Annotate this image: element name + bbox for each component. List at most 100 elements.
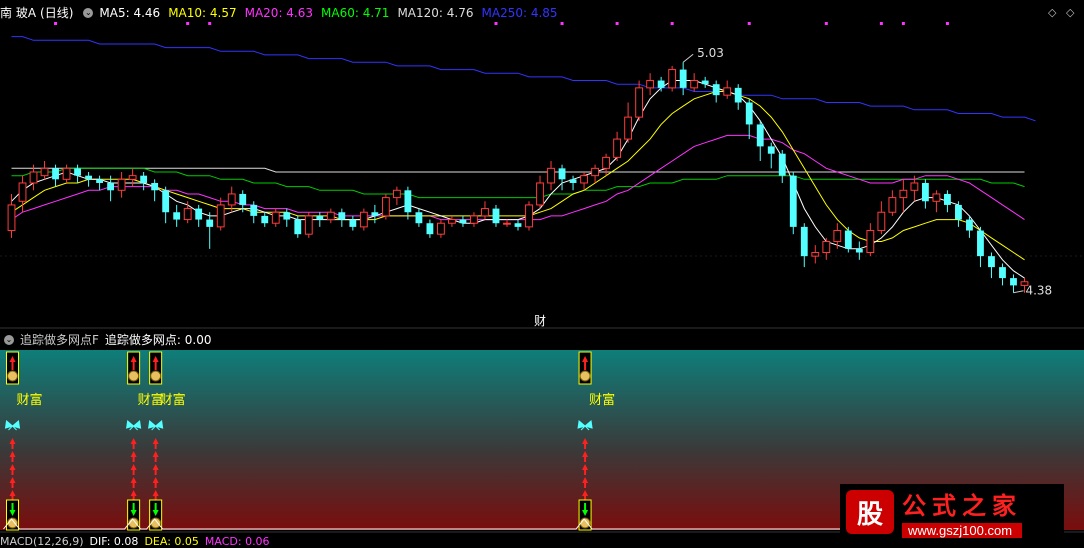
- candle-down: [800, 226, 808, 257]
- ma-legend-5: MA250: 4.85: [481, 5, 558, 20]
- collapse-icon[interactable]: ⌄: [83, 7, 94, 18]
- top-marker: [901, 22, 905, 25]
- candle-down: [294, 219, 302, 235]
- top-marker: [945, 22, 949, 25]
- candle-up: [635, 87, 644, 118]
- chart-stage: 5.03 4.38 财财富 财富 财富 财富: [0, 0, 1084, 543]
- macd-legend: MACD(12,26,9) DIF: 0.08 DEA: 0.05 MACD: …: [0, 535, 276, 548]
- signal-label: 财富: [17, 392, 43, 408]
- candle-down: [107, 182, 115, 191]
- candle-down: [712, 84, 720, 96]
- candle-up: [304, 215, 313, 235]
- candle-up: [888, 197, 897, 213]
- candle-up: [470, 215, 478, 224]
- candle-up: [624, 116, 633, 140]
- candle-up: [668, 69, 677, 89]
- candle-up: [448, 219, 456, 224]
- candle-down: [977, 230, 984, 257]
- candle-up: [128, 175, 137, 180]
- candle-down: [349, 219, 357, 227]
- top-marker: [494, 22, 498, 25]
- site-logo: 股 公式之家 www.gszj100.com: [840, 484, 1064, 540]
- candle-up: [690, 80, 699, 89]
- candle-down: [944, 193, 951, 205]
- candle-down: [756, 124, 764, 147]
- candle-down: [778, 153, 786, 176]
- candle-up: [381, 197, 390, 217]
- candle-up: [899, 189, 908, 199]
- diamond-icon[interactable]: ◇: [1048, 6, 1056, 19]
- candle-down: [745, 102, 753, 125]
- candle-up: [591, 167, 599, 177]
- candle-up: [580, 175, 588, 184]
- candle-up: [481, 208, 489, 217]
- period-label: (日线): [40, 6, 74, 20]
- candle-up: [877, 211, 886, 232]
- macd-dea: DEA: 0.05: [144, 535, 199, 548]
- candle-down: [52, 168, 59, 180]
- candle-up: [866, 230, 875, 253]
- candle-down: [162, 190, 170, 213]
- candle-up: [183, 208, 192, 221]
- logo-title: 公式之家: [902, 491, 1022, 520]
- candle-up: [602, 156, 610, 169]
- candle-down: [195, 208, 203, 220]
- candle-down: [701, 80, 709, 85]
- candle-up: [227, 193, 236, 206]
- candle-up: [646, 80, 655, 89]
- candle-up: [525, 204, 533, 228]
- candle-down: [514, 223, 522, 227]
- event-marker: 财: [534, 314, 546, 328]
- candle-down: [140, 175, 148, 183]
- candle-up: [18, 182, 27, 202]
- candle-down: [206, 219, 214, 227]
- candle-down: [239, 193, 247, 205]
- top-marker: [615, 22, 619, 25]
- candle-down: [789, 175, 797, 227]
- candle-up: [932, 193, 941, 202]
- ma-values: MA5: 4.46 MA10: 4.57 MA20: 4.63 MA60: 4.71 M…: [99, 6, 565, 20]
- top-marker: [208, 22, 212, 25]
- signal-label: 财富: [160, 392, 186, 408]
- candle-down: [1010, 278, 1017, 286]
- candle-down: [999, 267, 1006, 279]
- close-icon[interactable]: ◇: [1066, 6, 1074, 19]
- indicator-collapse-icon[interactable]: ⌄: [4, 334, 14, 345]
- candle-up: [910, 182, 919, 191]
- ma250-line: [11, 36, 1036, 122]
- low-pointer: [1013, 290, 1024, 294]
- candle-down: [966, 219, 973, 231]
- stock-name: 南 玻A: [0, 6, 37, 20]
- low-label: 4.38: [1025, 284, 1052, 298]
- candle-up: [536, 182, 544, 206]
- candle-down: [558, 168, 566, 180]
- logo-badge-icon: 股: [846, 490, 894, 534]
- candle-down: [492, 208, 500, 224]
- signal-label: 财富: [589, 392, 615, 408]
- candle-down: [955, 204, 962, 220]
- candle-up: [117, 178, 126, 191]
- ma-legend-0: MA5: 4.46: [99, 5, 161, 20]
- candle-down: [261, 215, 269, 224]
- macd-value: MACD: 0.06: [204, 535, 270, 548]
- ma-legend-4: MA120: 4.76: [397, 5, 474, 20]
- candle-down: [250, 204, 258, 216]
- candle-up: [437, 222, 445, 235]
- macd-dif: DIF: 0.08: [89, 535, 139, 548]
- candle-up: [822, 241, 831, 253]
- ma-legend-2: MA20: 4.63: [244, 5, 314, 20]
- candle-down: [415, 212, 423, 224]
- candle-down: [283, 212, 291, 220]
- candle-up: [811, 251, 820, 257]
- candle-down: [921, 182, 929, 202]
- price-chart[interactable]: 5.034.38财财富 财富财富 财富: [0, 0, 1084, 543]
- candle-down: [459, 219, 467, 224]
- candle-up: [547, 167, 555, 184]
- candle-up: [503, 222, 511, 225]
- high-label: 5.03: [697, 46, 724, 60]
- top-marker: [560, 22, 564, 25]
- candle-up: [7, 204, 16, 232]
- candle-down: [988, 256, 995, 268]
- coin-icon: [579, 370, 591, 382]
- top-marker: [879, 22, 883, 25]
